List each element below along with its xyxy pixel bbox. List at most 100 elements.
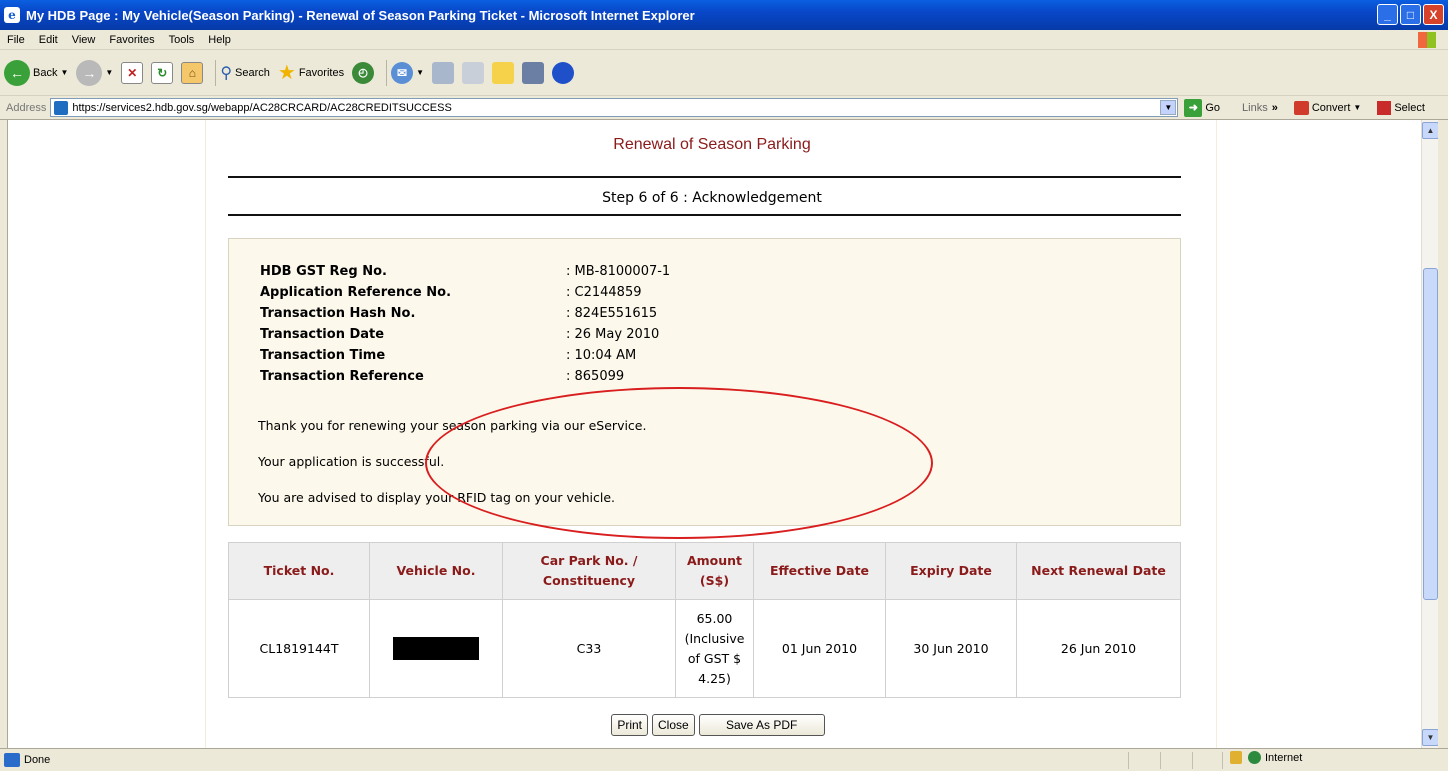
page-icon	[54, 100, 69, 115]
cell-amount: 65.00 (Inclusive of GST $ 4.25)	[675, 599, 754, 698]
page-container: Renewal of Season Parking Step 6 of 6 : …	[205, 120, 1217, 748]
status-text: Done	[24, 754, 51, 766]
address-dropdown-icon[interactable]: ▼	[1160, 100, 1177, 115]
back-label: Back	[33, 66, 58, 79]
menu-favorites[interactable]: Favorites	[102, 34, 161, 46]
menu-help[interactable]: Help	[201, 34, 238, 46]
favorites-label: Favorites	[298, 66, 345, 79]
back-dropdown-icon[interactable]: ▼	[60, 68, 68, 77]
info-label: Transaction Reference	[260, 369, 424, 384]
search-icon: ⚲	[220, 64, 233, 82]
table-row: CL1819144T C33 65.00 (Inclusive of GST $…	[228, 599, 1181, 698]
window-left-border	[0, 120, 8, 748]
action-buttons: Print Close Save As PDF	[206, 714, 1218, 736]
vertical-scrollbar[interactable]: ▲ ▼	[1421, 120, 1439, 748]
close-button[interactable]: Close	[652, 714, 695, 736]
print-icon[interactable]	[432, 61, 454, 84]
col-ticket-no: Ticket No.	[228, 542, 370, 600]
toolbar: ← Back ▼ → ▼ ✕ ↻ ⌂ ⚲ Search ★ Favorites …	[0, 50, 1448, 96]
forward-arrow-icon: →	[76, 59, 103, 86]
col-vehicle-no: Vehicle No.	[369, 542, 503, 600]
col-carpark: Car Park No. / Constituency	[502, 542, 676, 600]
toolbar-divider	[215, 59, 217, 86]
convert-button[interactable]: Convert ▼	[1293, 100, 1361, 115]
folder-icon[interactable]	[492, 61, 514, 84]
history-button[interactable]: ◴	[352, 61, 375, 84]
red-highlight-ellipse	[425, 387, 933, 539]
status-bar: Done Internet	[0, 748, 1448, 771]
top-rule	[228, 176, 1181, 178]
links-toolbar[interactable]: Links »	[1242, 102, 1278, 114]
stop-button[interactable]: ✕	[121, 61, 144, 84]
content-viewport: Renewal of Season Parking Step 6 of 6 : …	[8, 120, 1421, 748]
info-value: : 10:04 AM	[566, 348, 637, 363]
refresh-button[interactable]: ↻	[151, 61, 174, 84]
forward-dropdown-icon[interactable]: ▼	[105, 68, 113, 77]
home-icon: ⌂	[181, 61, 204, 84]
menu-view[interactable]: View	[65, 34, 103, 46]
menu-bar: File Edit View Favorites Tools Help	[0, 30, 1448, 50]
toolbar-divider	[386, 59, 388, 86]
forward-button[interactable]: → ▼	[76, 59, 113, 86]
scroll-down-icon[interactable]: ▼	[1422, 729, 1439, 746]
menu-edit[interactable]: Edit	[32, 34, 65, 46]
ticket-table: Ticket No. Vehicle No. Car Park No. / Co…	[228, 542, 1181, 698]
page-heading: Renewal of Season Parking	[613, 136, 811, 153]
info-value: : MB-8100007-1	[566, 264, 671, 279]
info-label: Transaction Date	[260, 327, 385, 342]
info-value: : 824E551615	[566, 306, 658, 321]
scroll-thumb[interactable]	[1423, 268, 1438, 600]
scroll-up-icon[interactable]: ▲	[1422, 122, 1439, 139]
menu-tools[interactable]: Tools	[162, 34, 202, 46]
mail-button[interactable]: ✉ ▼	[391, 61, 424, 84]
close-window-button[interactable]: X	[1423, 4, 1444, 25]
ie-icon: e	[4, 7, 20, 23]
col-expiry-date: Expiry Date	[885, 542, 1017, 600]
refresh-icon: ↻	[151, 61, 174, 84]
address-input[interactable]: https://services2.hdb.gov.sg/webapp/AC28…	[50, 98, 1179, 117]
windows-logo-icon	[1418, 32, 1436, 48]
status-divider	[1192, 752, 1193, 769]
print-button[interactable]: Print	[611, 714, 648, 736]
research-icon[interactable]	[522, 61, 544, 84]
window-title: My HDB Page : My Vehicle(Season Parking)…	[26, 7, 695, 23]
search-button[interactable]: ⚲ Search	[220, 63, 270, 83]
info-value: : 26 May 2010	[566, 327, 660, 342]
maximize-button[interactable]: □	[1400, 4, 1421, 25]
mail-icon: ✉	[391, 61, 414, 84]
zone-label: Internet	[1265, 751, 1303, 764]
lock-icon[interactable]	[1230, 751, 1242, 764]
cell-expiry-date: 30 Jun 2010	[885, 599, 1017, 698]
info-label: Transaction Time	[260, 348, 386, 363]
mail-dropdown-icon[interactable]: ▼	[416, 68, 424, 77]
menu-file[interactable]: File	[0, 34, 32, 46]
edit-icon[interactable]	[462, 61, 484, 84]
convert-dropdown-icon[interactable]: ▼	[1353, 103, 1361, 112]
info-value: : C2144859	[566, 285, 642, 300]
cell-vehicle-no	[369, 599, 503, 698]
links-label: Links	[1242, 101, 1268, 114]
page-done-icon	[4, 753, 20, 767]
address-url[interactable]: https://services2.hdb.gov.sg/webapp/AC28…	[72, 102, 451, 114]
back-button[interactable]: ← Back ▼	[4, 59, 68, 86]
status-divider	[1128, 752, 1129, 769]
convert-label: Convert	[1311, 101, 1351, 114]
minimize-button[interactable]: _	[1377, 4, 1398, 25]
links-chevron[interactable]: »	[1272, 102, 1278, 114]
title-bar: e My HDB Page : My Vehicle(Season Parkin…	[0, 0, 1448, 30]
go-button[interactable]: ➜ Go	[1184, 98, 1221, 117]
step-indicator: Step 6 of 6 : Acknowledgement	[602, 190, 822, 206]
star-icon: ★	[277, 62, 296, 84]
select-button[interactable]: Select	[1377, 100, 1425, 115]
bluetooth-icon[interactable]	[552, 61, 574, 84]
window-right-border	[1438, 120, 1448, 748]
success-message: Your application is successful.	[258, 454, 445, 469]
cell-ticket-no: CL1819144T	[228, 599, 370, 698]
favorites-button[interactable]: ★ Favorites	[278, 60, 344, 85]
go-label: Go	[1205, 101, 1221, 114]
info-label: HDB GST Reg No.	[260, 264, 387, 279]
save-as-pdf-button[interactable]: Save As PDF	[698, 714, 825, 736]
home-button[interactable]: ⌂	[181, 61, 204, 84]
select-icon	[1377, 100, 1392, 115]
cell-effective-date: 01 Jun 2010	[753, 599, 886, 698]
